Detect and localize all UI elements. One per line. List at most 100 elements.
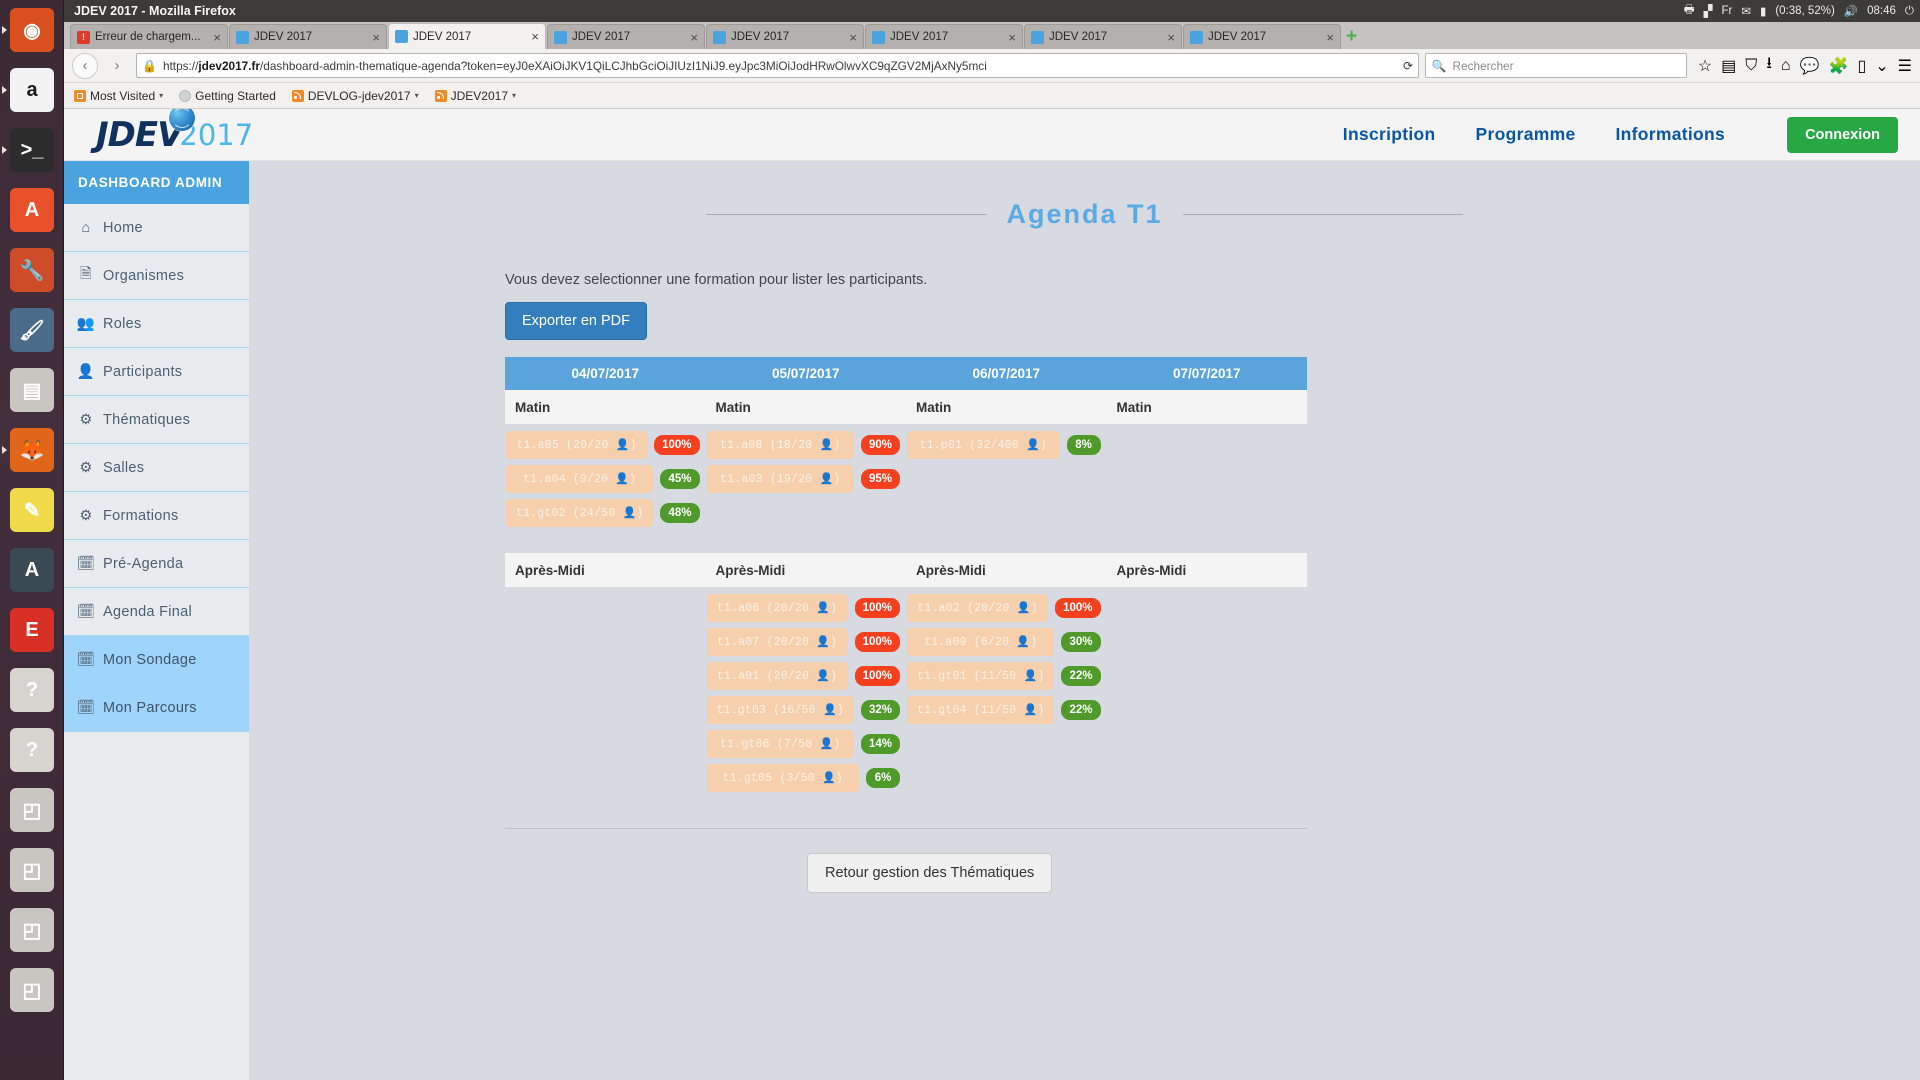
tab-close-icon[interactable]: ×: [531, 30, 539, 43]
event-pill[interactable]: t1.a07 (20/20 👤): [706, 628, 848, 656]
agenda-event[interactable]: t1.a03 (19/20 👤) 95%: [706, 465, 900, 493]
sidebar-item-roles[interactable]: 👥 Roles: [64, 300, 249, 348]
agenda-event[interactable]: t1.a06 (20/20 👤) 100%: [706, 594, 900, 622]
event-pill[interactable]: t1.a02 (20/20 👤): [907, 594, 1049, 622]
launcher-item-firefox[interactable]: 🦊: [0, 420, 64, 480]
home-icon[interactable]: ⌂: [1781, 57, 1791, 75]
search-bar[interactable]: 🔍 Rechercher: [1424, 53, 1687, 78]
agenda-event[interactable]: t1.a02 (20/20 👤) 100%: [907, 594, 1101, 622]
agenda-event[interactable]: t1.a09 (6/20 👤) 30%: [907, 628, 1101, 656]
pocket-icon[interactable]: ⛉: [1745, 57, 1757, 75]
agenda-event[interactable]: t1.gt03 (16/50 👤) 32%: [706, 696, 900, 724]
browser-tab[interactable]: JDEV 2017 ×: [547, 24, 705, 49]
battery-status[interactable]: (0:38, 52%): [1775, 5, 1834, 17]
tab-close-icon[interactable]: ×: [1326, 31, 1334, 44]
event-pill[interactable]: t1.gt04 (11/50 👤): [907, 696, 1055, 724]
bookmark-item[interactable]: DEVLOG-jdev2017 ▾: [291, 89, 419, 103]
launcher-item-system-settings[interactable]: 🔧: [0, 240, 64, 300]
chevron-down-icon[interactable]: ⌄: [1875, 56, 1888, 76]
sidebar-item-organismes[interactable]: 🗎 Organismes: [64, 252, 249, 300]
back-button[interactable]: ‹: [72, 52, 98, 79]
sidebar-item-agenda-final[interactable]: 🗓 Agenda Final: [64, 588, 249, 636]
tab-close-icon[interactable]: ×: [213, 31, 221, 44]
volume-icon[interactable]: 🔊: [1844, 4, 1858, 18]
event-pill[interactable]: t1.a05 (20/20 👤): [506, 431, 648, 459]
agenda-event[interactable]: t1.gt05 (3/50 👤) 6%: [706, 764, 900, 792]
event-pill[interactable]: t1.gt06 (7/50 👤): [706, 730, 854, 758]
printer-icon[interactable]: 🖶: [1684, 2, 1695, 21]
event-pill[interactable]: t1.a01 (20/20 👤): [706, 662, 848, 690]
agenda-event[interactable]: t1.gt02 (24/50 👤) 48%: [506, 499, 700, 527]
wifi-icon[interactable]: ▞: [1704, 4, 1713, 18]
reload-button[interactable]: ⟳: [1403, 59, 1413, 73]
launcher-item-help[interactable]: ?: [0, 660, 64, 720]
agenda-event[interactable]: t1.a05 (20/20 👤) 100%: [506, 431, 700, 459]
launcher-item-disk2[interactable]: ◰: [0, 840, 64, 900]
event-pill[interactable]: t1.a03 (19/20 👤): [706, 465, 854, 493]
bookmark-star-icon[interactable]: ☆: [1698, 56, 1712, 76]
battery-icon[interactable]: ▮: [1760, 4, 1766, 18]
mail-icon[interactable]: ✉: [1741, 4, 1751, 18]
event-pill[interactable]: t1.gt01 (11/50 👤): [907, 662, 1055, 690]
event-pill[interactable]: t1.p01 (32/400 👤): [907, 431, 1060, 459]
new-tab-button[interactable]: +: [1346, 27, 1357, 46]
launcher-item-android-studio[interactable]: A: [0, 540, 64, 600]
clock[interactable]: 08:46: [1867, 5, 1896, 17]
sidebar-item-mon-sondage[interactable]: 🗓 Mon Sondage: [64, 636, 249, 684]
event-pill[interactable]: t1.gt05 (3/50 👤): [706, 764, 859, 792]
bookmark-item[interactable]: JDEV2017 ▾: [434, 89, 516, 103]
chat-icon[interactable]: 💬: [1800, 56, 1820, 76]
connexion-button[interactable]: Connexion: [1787, 116, 1898, 153]
sidebar-item-pre-agenda[interactable]: 🗓 Pré-Agenda: [64, 540, 249, 588]
event-pill[interactable]: t1.gt03 (16/50 👤): [706, 696, 854, 724]
tab-close-icon[interactable]: ×: [849, 31, 857, 44]
forward-button[interactable]: ›: [104, 53, 130, 79]
launcher-item-gimp[interactable]: 🖌: [0, 300, 64, 360]
launcher-item-text-editor[interactable]: ✎: [0, 480, 64, 540]
tab-close-icon[interactable]: ×: [1008, 31, 1016, 44]
downloads-icon[interactable]: ⭳: [1766, 52, 1772, 79]
chevron-down-icon[interactable]: ▾: [415, 91, 419, 100]
agenda-event[interactable]: t1.gt04 (11/50 👤) 22%: [907, 696, 1101, 724]
agenda-event[interactable]: t1.a07 (20/20 👤) 100%: [706, 628, 900, 656]
nav-inscription[interactable]: Inscription: [1343, 124, 1436, 145]
bookmark-item[interactable]: Getting Started: [179, 89, 276, 103]
reader-icon[interactable]: ▤: [1721, 56, 1736, 76]
sidebar-item-home[interactable]: ⌂ Home: [64, 204, 249, 252]
launcher-item-disk1[interactable]: ◰: [0, 780, 64, 840]
event-pill[interactable]: t1.a09 (6/20 👤): [907, 628, 1055, 656]
browser-tab[interactable]: JDEV 2017 ×: [1183, 24, 1341, 49]
tab-close-icon[interactable]: ×: [372, 31, 380, 44]
browser-tab[interactable]: JDEV 2017 ×: [229, 24, 387, 49]
launcher-item-terminal[interactable]: >_: [0, 120, 64, 180]
event-pill[interactable]: t1.gt02 (24/50 👤): [506, 499, 654, 527]
agenda-event[interactable]: t1.a01 (20/20 👤) 100%: [706, 662, 900, 690]
browser-tab[interactable]: JDEV 2017 ×: [706, 24, 864, 49]
nav-programme[interactable]: Programme: [1476, 124, 1576, 145]
browser-tab[interactable]: ! Erreur de chargem... ×: [70, 24, 228, 49]
export-pdf-button[interactable]: Exporter en PDF: [505, 302, 647, 340]
event-pill[interactable]: t1.a04 (9/20 👤): [506, 465, 654, 493]
sidebar-icon[interactable]: ▯: [1857, 56, 1866, 76]
agenda-event[interactable]: t1.a08 (18/20 👤) 90%: [706, 431, 900, 459]
nav-informations[interactable]: Informations: [1616, 124, 1726, 145]
sidebar-item-thematiques[interactable]: ⚙ Thématiques: [64, 396, 249, 444]
launcher-item-help2[interactable]: ?: [0, 720, 64, 780]
launcher-item-disk3[interactable]: ◰: [0, 900, 64, 960]
launcher-item-ubuntu-dash[interactable]: ◉: [0, 0, 64, 60]
sidebar-item-participants[interactable]: 👤 Participants: [64, 348, 249, 396]
bookmark-item[interactable]: Most Visited ▾: [74, 89, 163, 103]
menu-icon[interactable]: ☰: [1898, 56, 1912, 76]
addon-icon[interactable]: 🧩: [1829, 56, 1849, 76]
browser-tab[interactable]: JDEV 2017 ×: [1024, 24, 1182, 49]
chevron-down-icon[interactable]: ▾: [159, 91, 163, 100]
sidebar-item-formations[interactable]: ⚙ Formations: [64, 492, 249, 540]
launcher-item-evernote[interactable]: E: [0, 600, 64, 660]
browser-tab[interactable]: JDEV 2017 ×: [865, 24, 1023, 49]
url-bar[interactable]: 🔒 https://jdev2017.fr/dashboard-admin-th…: [136, 53, 1419, 78]
chevron-down-icon[interactable]: ▾: [512, 91, 516, 100]
sidebar-item-mon-parcours[interactable]: 🗓 Mon Parcours: [64, 684, 249, 732]
event-pill[interactable]: t1.a06 (20/20 👤): [706, 594, 848, 622]
jdev-logo[interactable]: JDEV 2017: [96, 109, 253, 155]
sidebar-item-salles[interactable]: ⚙ Salles: [64, 444, 249, 492]
